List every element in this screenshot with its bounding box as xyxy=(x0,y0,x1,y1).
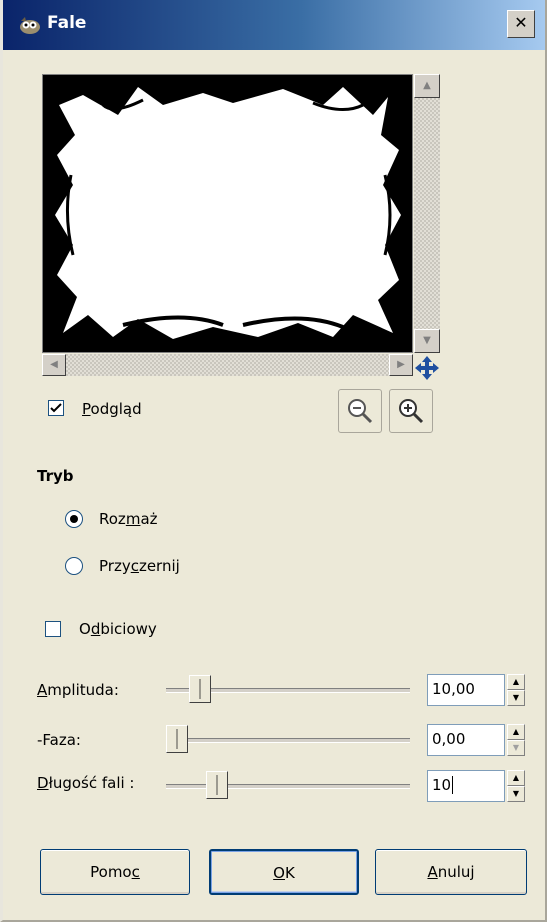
amplitude-spinner[interactable]: ▲ ▼ xyxy=(507,674,525,706)
wavelength-label: Długość fali : xyxy=(37,774,135,792)
amplitude-increase-button[interactable]: ▲ xyxy=(507,674,525,690)
help-button[interactable]: Pomoc xyxy=(40,849,190,895)
gimp-wilber-icon xyxy=(20,17,40,34)
phase-increase-button[interactable]: ▲ xyxy=(507,724,525,740)
window-title: Fale xyxy=(47,13,87,33)
preview-vertical-scrollbar[interactable]: ▲ ▼ xyxy=(414,74,440,353)
preview-image xyxy=(43,75,412,352)
scroll-left-button[interactable]: ◀ xyxy=(42,354,66,376)
scroll-up-button[interactable]: ▲ xyxy=(414,74,440,98)
checkmark-icon xyxy=(50,403,62,413)
ok-button[interactable]: OK xyxy=(209,849,359,895)
wavelength-spinner[interactable]: ▲ ▼ xyxy=(507,770,525,802)
preview-horizontal-scrollbar[interactable]: ◀ ▶ xyxy=(42,354,413,376)
scroll-down-button[interactable]: ▼ xyxy=(414,329,440,353)
phase-input[interactable]: 0,00 xyxy=(427,724,505,756)
close-button[interactable]: ✕ xyxy=(507,10,535,38)
preview-checkbox[interactable] xyxy=(48,400,64,416)
scroll-right-button[interactable]: ▶ xyxy=(389,354,413,376)
amplitude-decrease-button[interactable]: ▼ xyxy=(507,690,525,706)
radio-smear[interactable] xyxy=(65,510,83,528)
wavelength-slider-thumb[interactable] xyxy=(206,771,228,799)
preview-checkbox-label[interactable]: Podgląd xyxy=(82,400,142,418)
zoom-in-icon xyxy=(399,399,424,424)
wavelength-slider-track[interactable] xyxy=(166,784,410,789)
zoom-out-icon xyxy=(348,399,373,424)
phase-slider-thumb[interactable] xyxy=(166,725,188,753)
amplitude-label: Amplituda: xyxy=(37,681,119,699)
phase-spinner[interactable]: ▲ ▼ xyxy=(507,724,525,756)
amplitude-input[interactable]: 10,00 xyxy=(427,674,505,706)
phase-decrease-button[interactable]: ▼ xyxy=(507,740,525,756)
zoom-in-button[interactable] xyxy=(389,389,433,433)
amplitude-slider-thumb[interactable] xyxy=(189,675,211,703)
radio-smear-label[interactable]: Rozmaż xyxy=(99,510,158,528)
navigate-cross-icon[interactable] xyxy=(415,356,439,380)
waves-dialog: Fale ✕ ▲ ▼ ◀ ▶ Podgląd Tryb Rozmaż Przyc… xyxy=(0,0,547,922)
radio-blacken[interactable] xyxy=(65,557,83,575)
cancel-button[interactable]: Anuluj xyxy=(375,849,527,895)
close-icon: ✕ xyxy=(514,13,528,32)
wavelength-increase-button[interactable]: ▲ xyxy=(507,770,525,786)
title-bar: Fale ✕ xyxy=(3,0,545,50)
wavelength-decrease-button[interactable]: ▼ xyxy=(507,786,525,802)
preview-canvas xyxy=(42,74,413,353)
reflective-checkbox[interactable] xyxy=(45,621,61,637)
phase-label: -Faza: xyxy=(37,731,81,749)
wavelength-input[interactable]: 10 xyxy=(427,770,505,802)
mode-heading: Tryb xyxy=(37,467,74,485)
reflective-checkbox-label[interactable]: Odbiciowy xyxy=(79,620,157,638)
phase-slider-track[interactable] xyxy=(166,738,410,743)
zoom-out-button[interactable] xyxy=(338,389,382,433)
radio-blacken-label[interactable]: Przyczernij xyxy=(99,557,180,575)
